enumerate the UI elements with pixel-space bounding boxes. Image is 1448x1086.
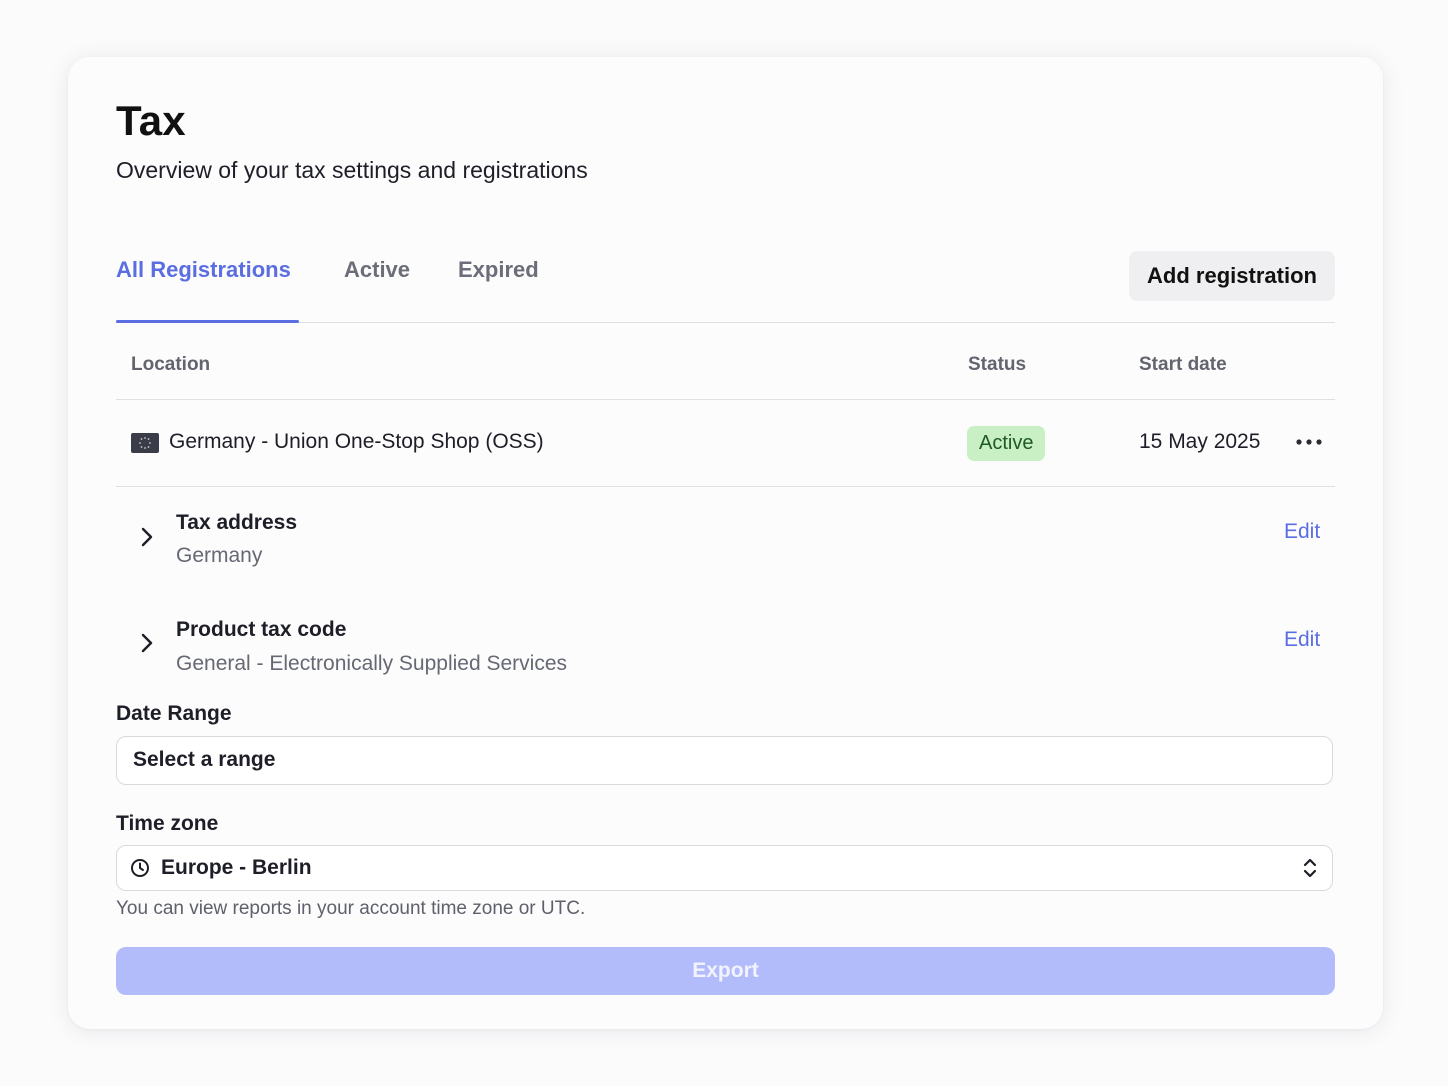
tab-expired[interactable]: Expired [458, 257, 539, 283]
expand-product-tax-code-chevron-right-icon[interactable] [136, 630, 158, 656]
tax-address-value: Germany [176, 544, 263, 567]
export-button[interactable]: Export [116, 947, 1335, 995]
time-zone-value: Europe - Berlin [161, 856, 312, 879]
page-subtitle: Overview of your tax settings and regist… [116, 157, 588, 183]
select-arrows-icon [1301, 856, 1319, 880]
header-divider [116, 399, 1335, 400]
product-tax-code-title: Product tax code [176, 618, 347, 641]
tax-address-title: Tax address [176, 511, 298, 534]
tab-active[interactable]: Active [344, 257, 410, 283]
tax-card: Tax Overview of your tax settings and re… [68, 57, 1383, 1029]
active-tab-indicator [116, 320, 299, 323]
column-header-status: Status [968, 354, 1027, 375]
edit-tax-address-link[interactable]: Edit [1284, 520, 1320, 544]
product-tax-code-value: General - Electronically Supplied Servic… [176, 652, 568, 675]
registration-location: Germany - Union One-Stop Shop (OSS) [169, 430, 544, 453]
expand-tax-address-chevron-right-icon[interactable] [136, 524, 158, 550]
date-range-select[interactable]: Select a range [116, 736, 1333, 785]
column-header-start-date: Start date [1139, 354, 1227, 375]
tab-all-registrations[interactable]: All Registrations [116, 257, 291, 283]
registration-start-date: 15 May 2025 [1139, 430, 1261, 453]
status-badge: Active [967, 426, 1046, 461]
add-registration-button[interactable]: Add registration [1129, 251, 1335, 301]
eu-flag-icon [131, 433, 159, 453]
time-zone-help-text: You can view reports in your account tim… [116, 898, 586, 919]
date-range-label: Date Range [116, 702, 232, 725]
row-divider [116, 486, 1335, 487]
column-header-location: Location [131, 354, 211, 375]
more-options-icon[interactable] [1294, 431, 1324, 453]
date-range-placeholder: Select a range [133, 748, 276, 771]
time-zone-select[interactable]: Europe - Berlin [116, 845, 1333, 891]
time-zone-label: Time zone [116, 812, 219, 835]
page-title: Tax [116, 97, 186, 144]
edit-product-tax-code-link[interactable]: Edit [1284, 628, 1320, 652]
clock-icon [130, 858, 150, 878]
